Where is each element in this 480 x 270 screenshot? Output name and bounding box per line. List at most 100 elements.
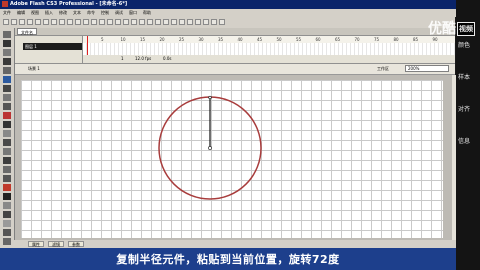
flash-app-icon bbox=[2, 1, 8, 7]
toolbar-icon[interactable] bbox=[131, 19, 137, 25]
tool-icon[interactable] bbox=[3, 49, 11, 56]
document-tab-strip: 文件名 bbox=[15, 28, 455, 36]
tool-icon[interactable] bbox=[3, 103, 11, 110]
toolbar-icon[interactable] bbox=[107, 19, 113, 25]
watermark-text: 优酷 bbox=[428, 21, 456, 37]
frame-number: 50 bbox=[276, 37, 282, 42]
edit-bar: 场景 1 工作区 200% bbox=[15, 64, 455, 75]
tool-icon[interactable] bbox=[3, 130, 11, 137]
menu-item-4[interactable]: 修改 bbox=[59, 9, 67, 17]
timeline-status: 1 12.0 fps 0.0s bbox=[83, 55, 455, 63]
tool-icon[interactable] bbox=[3, 148, 11, 155]
tool-icon[interactable] bbox=[3, 211, 11, 218]
toolbar-icon[interactable] bbox=[59, 19, 65, 25]
menu-item-1[interactable]: 编辑 bbox=[17, 9, 25, 17]
tool-icon[interactable] bbox=[3, 121, 11, 128]
tool-icon[interactable] bbox=[3, 184, 11, 191]
toolbar-icon[interactable] bbox=[219, 19, 225, 25]
toolbar-icon[interactable] bbox=[211, 19, 217, 25]
tool-icon[interactable] bbox=[3, 166, 11, 173]
frame-number: 45 bbox=[257, 37, 263, 42]
toolbar-icon[interactable] bbox=[83, 19, 89, 25]
menu-item-3[interactable]: 插入 bbox=[45, 9, 53, 17]
zoom-select[interactable]: 200% bbox=[405, 65, 449, 72]
toolbar-icon[interactable] bbox=[19, 19, 25, 25]
layer-row[interactable]: 图层 1 bbox=[23, 43, 82, 50]
toolbar-icon[interactable] bbox=[43, 19, 49, 25]
menu-item-7[interactable]: 控制 bbox=[101, 9, 109, 17]
toolbar-icon[interactable] bbox=[123, 19, 129, 25]
tool-icon[interactable] bbox=[3, 67, 11, 74]
toolbar-icon[interactable] bbox=[115, 19, 121, 25]
menu-item-6[interactable]: 命令 bbox=[87, 9, 95, 17]
tool-icon[interactable] bbox=[3, 112, 11, 119]
frame-number: 20 bbox=[159, 37, 165, 42]
toolbar-icon[interactable] bbox=[155, 19, 161, 25]
tool-icon[interactable] bbox=[3, 76, 11, 83]
frame-number: 5 bbox=[101, 37, 104, 42]
panel-label-align[interactable]: 对齐 bbox=[458, 104, 470, 113]
frame-number: 30 bbox=[198, 37, 204, 42]
tools-panel bbox=[0, 28, 15, 260]
panel-label-color[interactable]: 颜色 bbox=[458, 40, 470, 49]
tool-icon[interactable] bbox=[3, 58, 11, 65]
toolbar-icon[interactable] bbox=[147, 19, 153, 25]
frame-grid[interactable] bbox=[83, 43, 455, 55]
frame-number: 35 bbox=[218, 37, 224, 42]
tab-filters[interactable]: 滤镜 bbox=[48, 241, 64, 247]
toolbar-icon[interactable] bbox=[3, 19, 9, 25]
toolbar-icon[interactable] bbox=[75, 19, 81, 25]
tab-parameters[interactable]: 参数 bbox=[68, 241, 84, 247]
menu-item-9[interactable]: 窗口 bbox=[129, 9, 137, 17]
toolbar-icon[interactable] bbox=[171, 19, 177, 25]
document-tab[interactable]: 文件名 bbox=[17, 28, 37, 35]
toolbar-icon[interactable] bbox=[203, 19, 209, 25]
tool-icon[interactable] bbox=[3, 238, 11, 245]
frame-number: 80 bbox=[393, 37, 399, 42]
scene-label[interactable]: 场景 1 bbox=[28, 66, 40, 72]
toolbar-icon[interactable] bbox=[91, 19, 97, 25]
menu-item-8[interactable]: 调试 bbox=[115, 9, 123, 17]
tool-icon[interactable] bbox=[3, 193, 11, 200]
timeline-panel: 图层 1 5 10 15 20 25 30 35 40 45 50 55 60 65 70 75 80 85 90… bbox=[15, 36, 455, 64]
registration-point[interactable] bbox=[208, 146, 212, 150]
menu-item-10[interactable]: 帮助 bbox=[143, 9, 151, 17]
stage-canvas[interactable] bbox=[21, 80, 443, 238]
frame-number: 85 bbox=[413, 37, 419, 42]
frame-number: 60 bbox=[315, 37, 321, 42]
transform-handle-top[interactable] bbox=[208, 95, 212, 100]
watermark-badge: 视频 bbox=[457, 22, 475, 36]
toolbar-icon[interactable] bbox=[99, 19, 105, 25]
workspace-menu[interactable]: 工作区 bbox=[377, 66, 389, 72]
tool-icon[interactable] bbox=[3, 157, 11, 164]
toolbar-icon[interactable] bbox=[67, 19, 73, 25]
tool-icon[interactable] bbox=[3, 94, 11, 101]
tool-icon[interactable] bbox=[3, 40, 11, 47]
frame-number: 70 bbox=[354, 37, 360, 42]
tool-icon[interactable] bbox=[3, 175, 11, 182]
panel-label-info[interactable]: 信息 bbox=[458, 136, 470, 145]
toolbar-icon[interactable] bbox=[187, 19, 193, 25]
toolbar-icon[interactable] bbox=[179, 19, 185, 25]
menu-item-0[interactable]: 文件 bbox=[3, 9, 11, 17]
tool-icon[interactable] bbox=[3, 229, 11, 236]
tool-icon[interactable] bbox=[3, 31, 11, 38]
toolbar-icon[interactable] bbox=[11, 19, 17, 25]
toolbar-icon[interactable] bbox=[35, 19, 41, 25]
tab-properties[interactable]: 属性 bbox=[28, 241, 44, 247]
toolbar-icon[interactable] bbox=[27, 19, 33, 25]
menu-item-2[interactable]: 视图 bbox=[31, 9, 39, 17]
tool-icon[interactable] bbox=[3, 220, 11, 227]
toolbar-icon[interactable] bbox=[195, 19, 201, 25]
toolbar-icon[interactable] bbox=[139, 19, 145, 25]
frame-number: 25 bbox=[179, 37, 185, 42]
tool-icon[interactable] bbox=[3, 85, 11, 92]
toolbar-icon[interactable] bbox=[51, 19, 57, 25]
menu-item-5[interactable]: 文本 bbox=[73, 9, 81, 17]
tool-icon[interactable] bbox=[3, 139, 11, 146]
toolbar-icon[interactable] bbox=[163, 19, 169, 25]
tool-icon[interactable] bbox=[3, 202, 11, 209]
flash-window: Adobe Flash CS3 Professional - [未命名-6*] … bbox=[0, 0, 480, 270]
panel-label-swatches[interactable]: 样本 bbox=[458, 72, 470, 81]
frame-number: 55 bbox=[296, 37, 302, 42]
